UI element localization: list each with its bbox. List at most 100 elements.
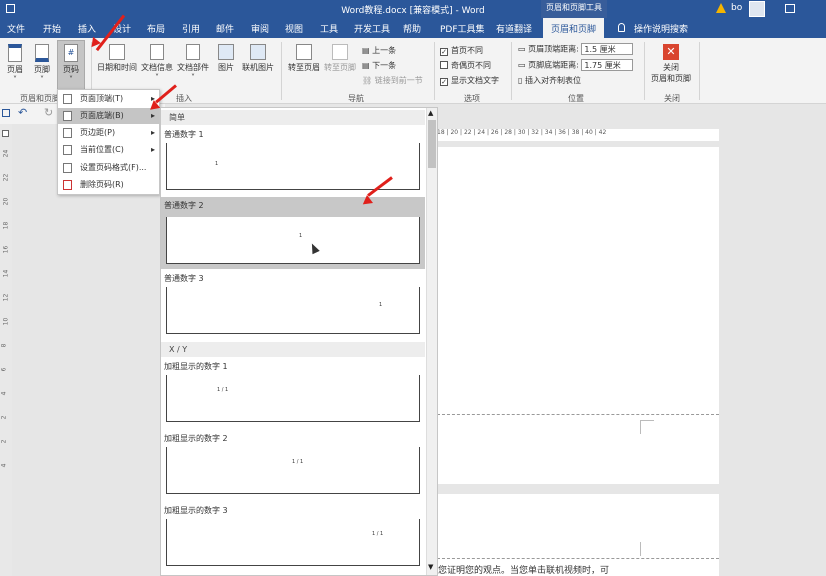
footer-distance-label: 页脚底端距离:: [528, 60, 579, 70]
close-label-line2: 页眉和页脚: [651, 74, 691, 83]
header-button[interactable]: 页眉 ˅: [4, 44, 26, 84]
group-label-close: 关闭: [664, 94, 680, 103]
scroll-up-icon[interactable]: ▲: [428, 109, 433, 117]
doc-info-label: 文档信息: [141, 63, 173, 72]
ribbon-display-icon[interactable]: [785, 4, 795, 13]
redo-icon[interactable]: ↻: [44, 106, 53, 119]
tab-mailings[interactable]: 邮件: [216, 22, 234, 35]
group-label-navigation: 导航: [348, 94, 364, 103]
doc-info-button[interactable]: 文档信息 ˅: [140, 44, 174, 82]
menu-item-bottom-of-page[interactable]: 页面底端(B) ▸: [58, 108, 159, 124]
picture-button[interactable]: 图片: [214, 44, 238, 73]
gallery-section-header: X / Y: [161, 342, 425, 357]
footer-button[interactable]: 页脚 ˅: [31, 44, 53, 84]
undo-icon[interactable]: ↶: [18, 106, 27, 119]
footer-icon: [35, 44, 49, 62]
align-tab-label: 插入对齐制表位: [524, 76, 581, 85]
goto-footer-button[interactable]: 转至页脚: [322, 44, 358, 73]
tab-header-footer[interactable]: 页眉和页脚: [543, 18, 605, 38]
group-label-position: 位置: [568, 94, 584, 103]
tab-help[interactable]: 帮助: [403, 22, 421, 35]
menu-item-label: 设置页码格式(F)...: [80, 163, 147, 172]
page-bottom-icon: [63, 111, 72, 121]
tell-me-search[interactable]: 操作说明搜索: [634, 22, 688, 35]
preview-number: 1: [215, 161, 219, 167]
first-page-checkbox[interactable]: ✓ 首页不同: [440, 45, 483, 56]
group-label-header-footer: 页眉和页脚: [20, 94, 60, 103]
gallery-section-header: 简单: [161, 110, 425, 125]
previous-button[interactable]: ▤ 上一条: [362, 45, 396, 56]
odd-even-checkbox[interactable]: 奇偶页不同: [440, 60, 491, 71]
header-distance-input[interactable]: 1.5 厘米: [581, 43, 634, 55]
header-distance-row: ▭ 页眉顶端距离: 1.5 厘米: [518, 43, 634, 55]
document-page[interactable]: [437, 147, 719, 484]
current-position-icon: [63, 145, 72, 155]
tab-developer[interactable]: 开发工具: [354, 22, 390, 35]
gallery-item-plain-number-3[interactable]: 普通数字 3 1: [161, 270, 425, 342]
menu-item-label: 页面底端(B): [80, 111, 124, 120]
checkbox-checked-icon: ✓: [440, 48, 448, 56]
gallery-scrollbar[interactable]: ▲ ▼: [426, 108, 437, 575]
vertical-ruler: 24 22 20 18 16 14 12 10 8 6 4 2 2 4: [0, 124, 12, 576]
tab-pdf-tools[interactable]: PDF工具集: [440, 22, 485, 35]
footer-distance-input[interactable]: 1.75 厘米: [581, 59, 634, 71]
tab-tools[interactable]: 工具: [320, 22, 338, 35]
page-number-button[interactable]: # 页码 ˅: [57, 40, 85, 90]
next-button[interactable]: ▤ 下一条: [362, 60, 396, 71]
tab-youdao[interactable]: 有道翻译: [496, 22, 532, 35]
picture-label: 图片: [218, 63, 234, 72]
gallery-preview: 1: [166, 217, 420, 264]
online-picture-button[interactable]: 联机图片: [240, 44, 276, 73]
checkbox-checked-icon: ✓: [440, 78, 448, 86]
menu-item-remove-page-numbers[interactable]: 删除页码(R): [58, 177, 159, 193]
align-tab-button[interactable]: ▯ 插入对齐制表位: [518, 75, 581, 86]
tab-file[interactable]: 文件: [7, 22, 25, 35]
tab-references[interactable]: 引用: [182, 22, 200, 35]
gallery-item-bold-number-2[interactable]: 加粗显示的数字 2 1 / 1: [161, 430, 425, 500]
goto-header-button[interactable]: 转至页眉: [286, 44, 322, 73]
gallery-item-plain-number-1[interactable]: 普通数字 1 1: [161, 126, 425, 196]
header-distance-label: 页眉顶端距离:: [528, 44, 579, 54]
avatar[interactable]: [749, 1, 765, 17]
gallery-item-plain-number-2[interactable]: 普通数字 2 1: [161, 197, 425, 269]
ruler-tick-label: 14: [2, 269, 10, 278]
tab-selector[interactable]: [2, 130, 9, 137]
page-margin-icon: [63, 128, 72, 138]
header-distance-icon: ▭: [518, 44, 526, 54]
menu-item-label: 当前位置(C): [80, 145, 124, 154]
previous-icon: ▤: [362, 46, 370, 55]
tab-review[interactable]: 审阅: [251, 22, 269, 35]
tab-insert[interactable]: 插入: [78, 22, 96, 35]
scroll-down-icon[interactable]: ▼: [428, 563, 433, 571]
tab-layout[interactable]: 布局: [147, 22, 165, 35]
format-icon: [63, 163, 72, 173]
link-previous-button[interactable]: ⛓ 链接到前一节: [362, 75, 423, 86]
tab-home[interactable]: 开始: [43, 22, 61, 35]
menu-item-current-position[interactable]: 当前位置(C) ▸: [58, 142, 159, 158]
close-header-footer-button[interactable]: ✕ 关闭 页眉和页脚: [648, 44, 694, 84]
quick-parts-button[interactable]: 文档部件 ˅: [176, 44, 210, 82]
group-divider: [434, 42, 435, 100]
show-text-checkbox[interactable]: ✓ 显示文档文字: [440, 75, 499, 86]
menu-item-top-of-page[interactable]: 页面顶端(T) ▸: [58, 91, 159, 107]
warning-icon[interactable]: [716, 3, 726, 13]
menu-item-page-margins[interactable]: 页边距(P) ▸: [58, 125, 159, 141]
user-name[interactable]: bo: [731, 3, 742, 13]
gallery-item-bold-number-3[interactable]: 加粗显示的数字 3 1 / 1: [161, 502, 425, 574]
save-icon[interactable]: [2, 109, 10, 117]
date-time-button[interactable]: 日期和时间: [96, 44, 138, 73]
group-divider: [511, 42, 512, 100]
chevron-down-icon: ˅: [40, 75, 44, 84]
page-number-icon: #: [64, 44, 78, 62]
menu-item-format-page-numbers[interactable]: 设置页码格式(F)...: [58, 160, 159, 176]
link-previous-label: 链接到前一节: [374, 76, 423, 85]
goto-header-label: 转至页眉: [288, 63, 320, 72]
link-icon: ⛓: [362, 76, 373, 85]
preview-number: 1: [379, 302, 383, 308]
chevron-down-icon: ˅: [13, 75, 17, 84]
scroll-thumb[interactable]: [428, 120, 436, 168]
horizontal-ruler[interactable]: 18 | 20 | 22 | 24 | 26 | 28 | 30 | 32 | …: [437, 129, 719, 141]
tab-view[interactable]: 视图: [285, 22, 303, 35]
body-text[interactable]: 您证明您的观点。当您单击联机视频时，可: [438, 563, 609, 576]
gallery-item-bold-number-1[interactable]: 加粗显示的数字 1 1 / 1: [161, 358, 425, 428]
